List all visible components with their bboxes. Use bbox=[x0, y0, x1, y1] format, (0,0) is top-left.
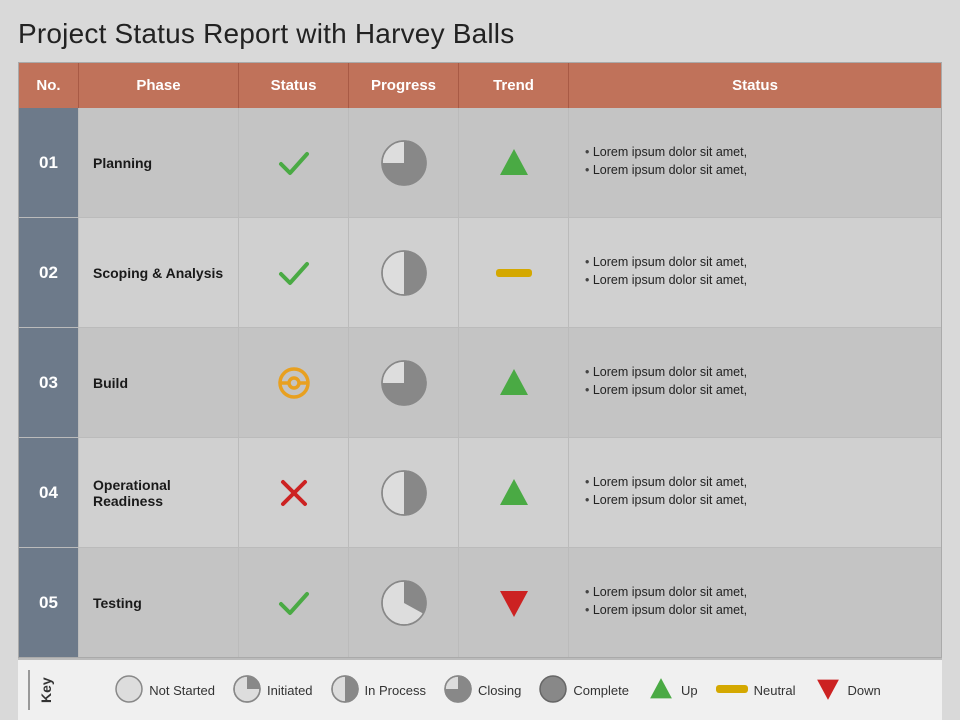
col-status2: Status bbox=[569, 63, 941, 108]
col-phase: Phase bbox=[79, 63, 239, 108]
cell-status-icon bbox=[239, 218, 349, 327]
legend-item: Neutral bbox=[716, 682, 796, 699]
legend-icon bbox=[647, 675, 675, 706]
table-row: 01Planning Lorem ipsum dolor sit amet,Lo… bbox=[19, 108, 941, 218]
cell-progress bbox=[349, 438, 459, 547]
legend-items: Not Started Initiated In Process Closing… bbox=[64, 675, 932, 706]
col-no: No. bbox=[19, 63, 79, 108]
legend-icon bbox=[539, 675, 567, 706]
cell-no: 02 bbox=[19, 218, 79, 327]
note-item: Lorem ipsum dolor sit amet, bbox=[585, 145, 747, 159]
legend-bar: Key Not Started Initiated In Process Clo… bbox=[18, 658, 942, 720]
cell-status-icon bbox=[239, 108, 349, 217]
table-row: 05Testing Lorem ipsum dolor sit amet,Lor… bbox=[19, 548, 941, 657]
legend-icon bbox=[444, 675, 472, 706]
table-row: 04Operational Readiness Lorem ipsum dolo… bbox=[19, 438, 941, 548]
note-item: Lorem ipsum dolor sit amet, bbox=[585, 255, 747, 269]
legend-label: Closing bbox=[478, 683, 521, 698]
page: Project Status Report with Harvey Balls … bbox=[0, 0, 960, 720]
key-label: Key bbox=[28, 670, 54, 710]
note-item: Lorem ipsum dolor sit amet, bbox=[585, 603, 747, 617]
page-title: Project Status Report with Harvey Balls bbox=[18, 18, 942, 50]
cell-phase: Operational Readiness bbox=[79, 438, 239, 547]
cell-progress bbox=[349, 218, 459, 327]
cell-notes: Lorem ipsum dolor sit amet, Lorem ipsum d… bbox=[569, 218, 941, 327]
cell-trend bbox=[459, 328, 569, 437]
col-progress: Progress bbox=[349, 63, 459, 108]
legend-label: Down bbox=[848, 683, 881, 698]
cell-progress bbox=[349, 328, 459, 437]
legend-icon bbox=[331, 675, 359, 706]
note-item: Lorem ipsum dolor sit amet, bbox=[585, 163, 747, 177]
legend-item: Complete bbox=[539, 675, 629, 706]
note-item: Lorem ipsum dolor sit amet, bbox=[585, 475, 747, 489]
cell-notes: Lorem ipsum dolor sit amet, Lorem ipsum d… bbox=[569, 438, 941, 547]
cell-notes: Lorem ipsum dolor sit amet, Lorem ipsum d… bbox=[569, 548, 941, 657]
table-row: 03Build Lorem ipsum dolor sit amet,Lorem… bbox=[19, 328, 941, 438]
legend-item: Down bbox=[814, 675, 881, 706]
cell-notes: Lorem ipsum dolor sit amet, Lorem ipsum d… bbox=[569, 328, 941, 437]
table-row: 02Scoping & Analysis Lorem ipsum dolor s… bbox=[19, 218, 941, 328]
col-status: Status bbox=[239, 63, 349, 108]
legend-item: Not Started bbox=[115, 675, 215, 706]
legend-label: Initiated bbox=[267, 683, 313, 698]
legend-icon bbox=[233, 675, 261, 706]
legend-label: Not Started bbox=[149, 683, 215, 698]
cell-progress bbox=[349, 108, 459, 217]
cell-trend bbox=[459, 218, 569, 327]
legend-icon bbox=[716, 682, 748, 699]
cell-no: 01 bbox=[19, 108, 79, 217]
cell-no: 03 bbox=[19, 328, 79, 437]
legend-item: Initiated bbox=[233, 675, 313, 706]
main-table: No. Phase Status Progress Trend Status 0… bbox=[18, 62, 942, 658]
legend-label: Complete bbox=[573, 683, 629, 698]
cell-phase: Testing bbox=[79, 548, 239, 657]
legend-label: In Process bbox=[365, 683, 426, 698]
legend-item: Up bbox=[647, 675, 698, 706]
legend-item: In Process bbox=[331, 675, 426, 706]
legend-icon bbox=[115, 675, 143, 706]
cell-status-icon bbox=[239, 548, 349, 657]
legend-label: Neutral bbox=[754, 683, 796, 698]
legend-icon bbox=[814, 675, 842, 706]
cell-no: 04 bbox=[19, 438, 79, 547]
legend-item: Closing bbox=[444, 675, 521, 706]
cell-phase: Build bbox=[79, 328, 239, 437]
legend-label: Up bbox=[681, 683, 698, 698]
col-trend: Trend bbox=[459, 63, 569, 108]
cell-trend bbox=[459, 438, 569, 547]
note-item: Lorem ipsum dolor sit amet, bbox=[585, 493, 747, 507]
note-item: Lorem ipsum dolor sit amet, bbox=[585, 383, 747, 397]
note-item: Lorem ipsum dolor sit amet, bbox=[585, 273, 747, 287]
note-item: Lorem ipsum dolor sit amet, bbox=[585, 365, 747, 379]
cell-phase: Scoping & Analysis bbox=[79, 218, 239, 327]
note-item: Lorem ipsum dolor sit amet, bbox=[585, 585, 747, 599]
cell-progress bbox=[349, 548, 459, 657]
cell-trend bbox=[459, 108, 569, 217]
cell-no: 05 bbox=[19, 548, 79, 657]
table-body: 01Planning Lorem ipsum dolor sit amet,Lo… bbox=[19, 108, 941, 657]
cell-notes: Lorem ipsum dolor sit amet, Lorem ipsum d… bbox=[569, 108, 941, 217]
table-header: No. Phase Status Progress Trend Status bbox=[19, 63, 941, 108]
cell-status-icon bbox=[239, 438, 349, 547]
cell-trend bbox=[459, 548, 569, 657]
cell-phase: Planning bbox=[79, 108, 239, 217]
cell-status-icon bbox=[239, 328, 349, 437]
